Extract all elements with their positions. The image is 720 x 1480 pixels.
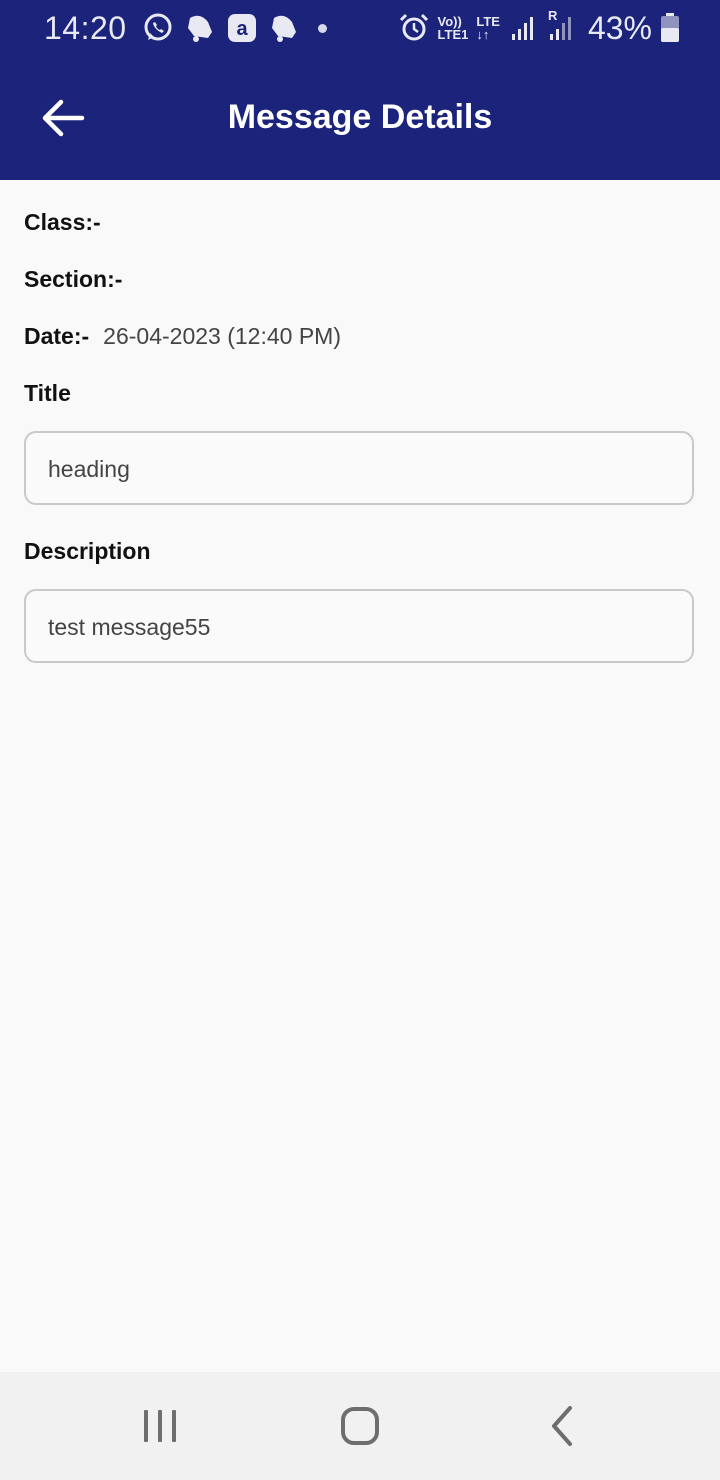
title-heading: Title xyxy=(24,380,71,407)
title-label: Title xyxy=(24,380,71,406)
description-heading: Description xyxy=(24,538,151,565)
battery-percent: 43% xyxy=(587,9,652,46)
description-field[interactable]: test message55 xyxy=(24,589,694,663)
battery-icon xyxy=(661,13,679,42)
signal-icon xyxy=(511,17,533,40)
date-row: Date:- 26-04-2023 (12:40 PM) xyxy=(24,323,341,350)
whatsapp-icon xyxy=(144,13,172,41)
status-time: 14:20 xyxy=(44,10,127,46)
status-bar: 14:20 a Vo)) LTE1 LTE ↓↑ R 43% xyxy=(0,0,720,56)
date-value: 26-04-2023 (12:40 PM) xyxy=(103,323,341,349)
date-label: Date:- xyxy=(24,323,90,349)
system-nav-bar xyxy=(0,1372,720,1480)
lte-indicator: LTE ↓↑ xyxy=(476,15,500,41)
more-notifications-dot-icon xyxy=(318,23,327,33)
data-arrows-icon: ↓↑ xyxy=(476,27,490,42)
svg-text:a: a xyxy=(236,18,248,40)
title-field[interactable]: heading xyxy=(24,431,694,505)
roaming-signal: R xyxy=(548,8,576,44)
app-a-icon: a xyxy=(228,14,256,42)
alarm-icon xyxy=(399,13,428,41)
home-icon[interactable] xyxy=(336,1402,384,1450)
description-value: test message55 xyxy=(48,614,211,640)
description-label: Description xyxy=(24,538,151,564)
back-chevron-icon[interactable] xyxy=(538,1402,586,1450)
class-label: Class:- xyxy=(24,209,101,235)
bell-icon xyxy=(188,15,212,42)
title-value: heading xyxy=(48,456,130,482)
page-title: Message Details xyxy=(227,98,493,136)
volte-indicator: Vo)) LTE1 xyxy=(438,15,469,41)
lte1-label: LTE1 xyxy=(437,27,469,42)
section-row: Section:- xyxy=(24,266,136,293)
class-row: Class:- xyxy=(24,209,115,236)
recents-icon[interactable] xyxy=(136,1402,184,1450)
signal-icon xyxy=(549,17,571,40)
app-bar: Message Details xyxy=(0,56,720,180)
section-label: Section:- xyxy=(24,266,123,292)
bell-icon xyxy=(272,15,296,42)
system-icons: Vo)) LTE1 LTE ↓↑ R 43% xyxy=(398,8,680,46)
notification-icons: a xyxy=(142,12,327,44)
